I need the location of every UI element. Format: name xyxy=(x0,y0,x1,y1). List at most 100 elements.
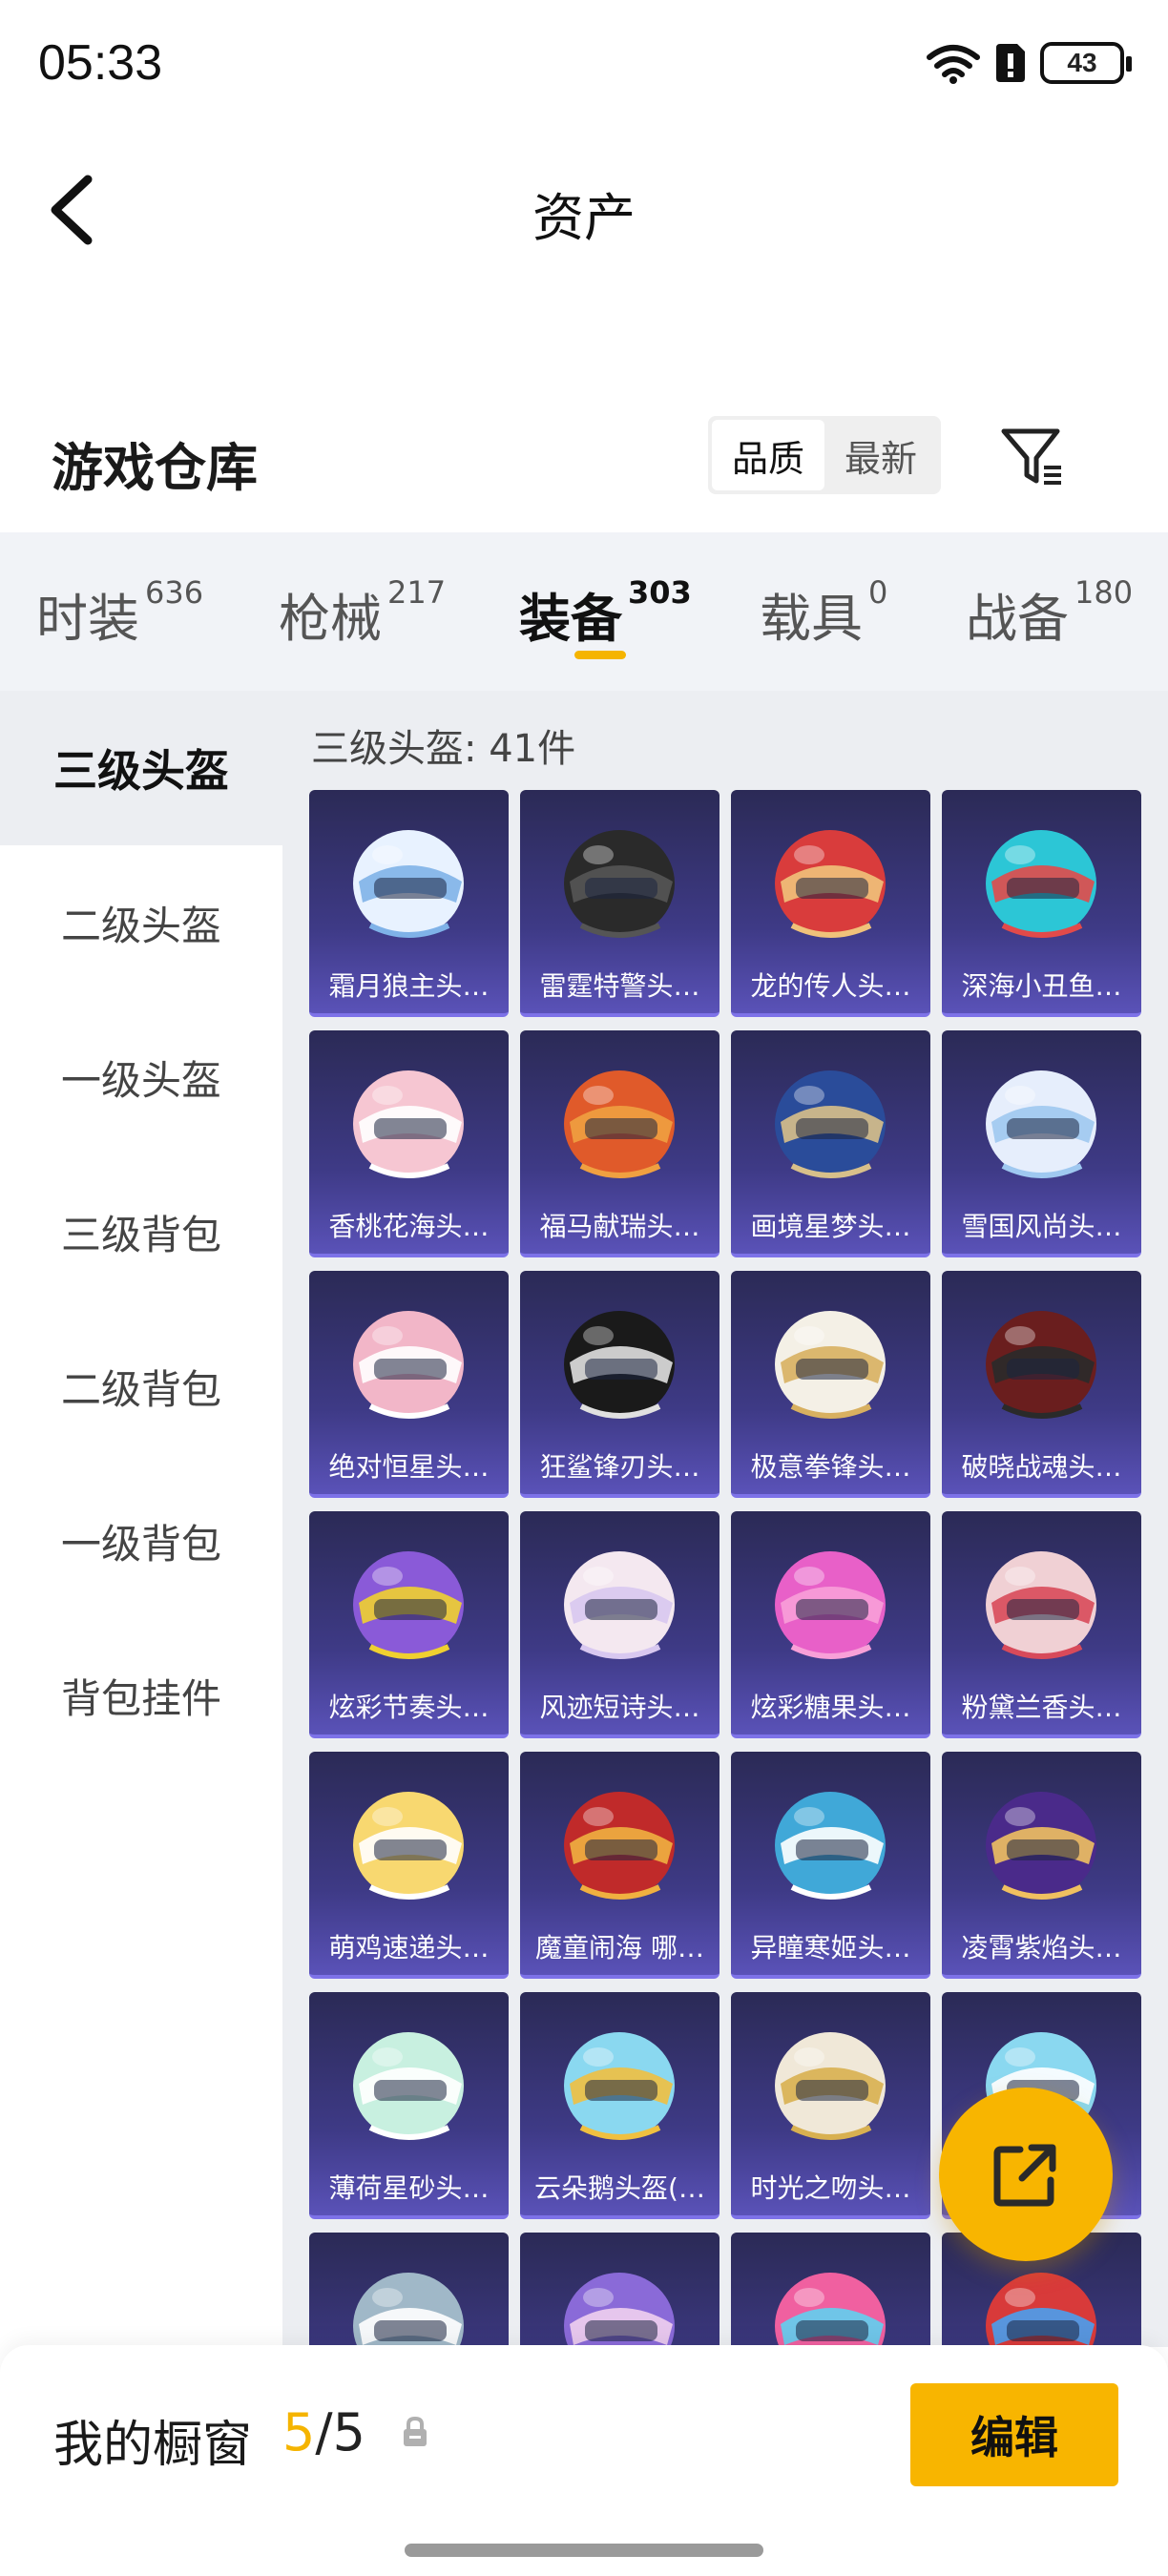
item-card[interactable]: 炫彩节奏头… xyxy=(309,1511,509,1738)
sort-option-latest[interactable]: 最新 xyxy=(824,420,937,490)
item-card[interactable] xyxy=(520,2233,720,2347)
item-card[interactable]: 雷霆特警头… xyxy=(520,790,720,1017)
showcase-bar: 我的橱窗 5/5 编辑 xyxy=(0,2345,1168,2576)
warehouse-title: 游戏仓库 xyxy=(52,438,258,498)
filter-button[interactable] xyxy=(998,422,1067,490)
helmet-icon xyxy=(986,830,1096,938)
tab-equipment[interactable]: 装备 303 xyxy=(519,574,692,652)
tab-label: 载具 xyxy=(760,589,863,649)
item-card[interactable]: 霜月狼主头… xyxy=(309,790,509,1017)
item-card[interactable]: 云朵鹅头盔(… xyxy=(520,1992,720,2219)
item-count-label: 三级头盔: 41件 xyxy=(311,727,576,771)
showcase-count: 5/5 xyxy=(282,2402,365,2462)
item-card[interactable]: 魔童闹海 哪… xyxy=(520,1752,720,1979)
item-name: 萌鸡速递头… xyxy=(328,1932,490,1963)
item-name: 凌霄紫焰头… xyxy=(961,1932,1122,1963)
item-card[interactable]: 狂鲨锋刃头… xyxy=(520,1271,720,1498)
sidebar-item-level2-helmet[interactable]: 二级头盔 xyxy=(0,845,282,1000)
sidebar-item-level3-helmet[interactable]: 三级头盔 xyxy=(0,691,282,845)
helmet-icon xyxy=(775,2273,886,2347)
item-name: 福马献瑞头… xyxy=(539,1211,700,1242)
item-name: 风迹短诗头… xyxy=(539,1692,700,1723)
item-name: 粉黛兰香头… xyxy=(961,1692,1122,1723)
sidebar-item-level1-backpack[interactable]: 一级背包 xyxy=(0,1464,282,1618)
item-name: 绝对恒星头… xyxy=(328,1451,490,1483)
sim-card-icon xyxy=(996,44,1025,82)
item-card[interactable]: 福马献瑞头… xyxy=(520,1030,720,1257)
item-card[interactable]: 炫彩糖果头… xyxy=(731,1511,930,1738)
tab-vehicles[interactable]: 载具 0 xyxy=(760,574,888,652)
item-card[interactable]: 绝对恒星头… xyxy=(309,1271,509,1498)
tab-combat-gear[interactable]: 战备 180 xyxy=(966,574,1134,652)
helmet-icon xyxy=(353,1311,464,1419)
battery-level: 43 xyxy=(1067,48,1097,77)
helmet-icon xyxy=(564,830,675,938)
helmet-icon xyxy=(353,1792,464,1900)
status-time: 05:33 xyxy=(38,35,163,91)
item-card[interactable] xyxy=(731,2233,930,2347)
helmet-icon xyxy=(353,1551,464,1659)
tab-count: 180 xyxy=(1074,574,1134,611)
item-name: 极意拳锋头… xyxy=(750,1451,911,1483)
sidebar-item-level1-helmet[interactable]: 一级头盔 xyxy=(0,1000,282,1154)
item-name: 时光之吻头… xyxy=(750,2172,911,2204)
item-name: 破晓战魂头… xyxy=(961,1451,1122,1483)
item-card[interactable]: 凌霄紫焰头… xyxy=(942,1752,1141,1979)
status-icons: 43 xyxy=(926,42,1132,84)
item-card[interactable]: 雪国风尚头… xyxy=(942,1030,1141,1257)
item-card[interactable]: 时光之吻头… xyxy=(731,1992,930,2219)
sort-option-quality[interactable]: 品质 xyxy=(712,420,824,490)
item-name: 霜月狼主头… xyxy=(328,970,490,1002)
tab-count: 0 xyxy=(868,574,888,611)
helmet-icon xyxy=(353,2032,464,2140)
tab-label: 装备 xyxy=(519,589,622,649)
sidebar-item-level2-backpack[interactable]: 二级背包 xyxy=(0,1309,282,1464)
item-card[interactable]: 粉黛兰香头… xyxy=(942,1511,1141,1738)
item-card[interactable]: 香桃花海头… xyxy=(309,1030,509,1257)
helmet-icon xyxy=(775,1311,886,1419)
sort-toggle: 品质 最新 xyxy=(708,416,941,494)
tab-count: 636 xyxy=(145,574,204,611)
item-name: 雷霆特警头… xyxy=(539,970,700,1002)
tab-label: 时装 xyxy=(36,589,139,649)
sidebar: 三级头盔 二级头盔 一级头盔 三级背包 二级背包 一级背包 背包挂件 xyxy=(0,691,282,2347)
item-card[interactable]: 深海小丑鱼… xyxy=(942,790,1141,1017)
item-name: 深海小丑鱼… xyxy=(961,970,1122,1002)
helmet-icon xyxy=(353,830,464,938)
helmet-icon xyxy=(564,1311,675,1419)
sidebar-item-backpack-charm[interactable]: 背包挂件 xyxy=(0,1618,282,1773)
item-card[interactable]: 异瞳寒姬头… xyxy=(731,1752,930,1979)
item-card[interactable]: 龙的传人头… xyxy=(731,790,930,1017)
item-name: 画境星梦头… xyxy=(750,1211,911,1242)
item-card[interactable]: 萌鸡速递头… xyxy=(309,1752,509,1979)
page-header: 资产 xyxy=(0,134,1168,277)
helmet-icon xyxy=(564,1070,675,1178)
item-card[interactable]: 画境星梦头… xyxy=(731,1030,930,1257)
item-card[interactable] xyxy=(309,2233,509,2347)
edit-button[interactable]: 编辑 xyxy=(910,2383,1118,2486)
item-card[interactable]: 薄荷星砂头… xyxy=(309,1992,509,2219)
item-name: 狂鲨锋刃头… xyxy=(539,1451,700,1483)
share-button[interactable] xyxy=(939,2088,1113,2261)
item-name: 香桃花海头… xyxy=(328,1211,490,1242)
helmet-icon xyxy=(564,1792,675,1900)
page-title: 资产 xyxy=(532,188,636,248)
tab-fashion[interactable]: 时装 636 xyxy=(36,574,204,652)
helmet-icon xyxy=(353,1070,464,1178)
sidebar-item-level3-backpack[interactable]: 三级背包 xyxy=(0,1154,282,1309)
tab-firearms[interactable]: 枪械 217 xyxy=(279,574,446,652)
helmet-icon xyxy=(986,1070,1096,1178)
item-name: 异瞳寒姬头… xyxy=(750,1932,911,1963)
item-card[interactable]: 极意拳锋头… xyxy=(731,1271,930,1498)
item-name: 云朵鹅头盔(… xyxy=(534,2172,705,2204)
item-name: 炫彩节奏头… xyxy=(328,1692,490,1723)
helmet-icon xyxy=(775,830,886,938)
lock-icon xyxy=(404,2416,427,2446)
item-card[interactable]: 风迹短诗头… xyxy=(520,1511,720,1738)
helmet-icon xyxy=(986,2273,1096,2347)
share-icon xyxy=(993,2144,1056,2207)
filter-icon xyxy=(1001,428,1061,485)
helmet-icon xyxy=(353,2273,464,2347)
helmet-icon xyxy=(986,1551,1096,1659)
item-card[interactable]: 破晓战魂头… xyxy=(942,1271,1141,1498)
